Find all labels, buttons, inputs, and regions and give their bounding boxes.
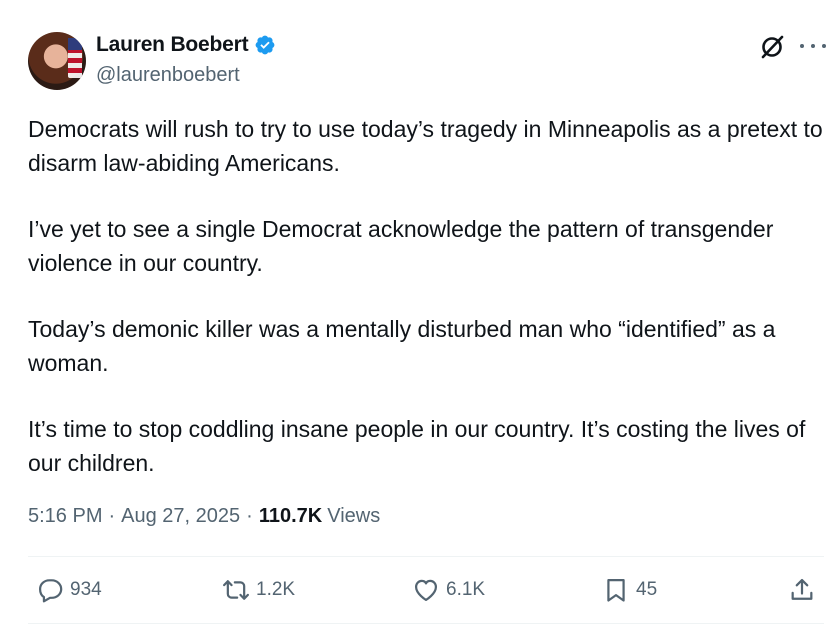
reply-button[interactable]: 934	[36, 576, 102, 604]
author-handle[interactable]: @laurenboebert	[96, 64, 240, 87]
verified-badge-icon	[256, 35, 275, 55]
meta-separator: ·	[246, 505, 253, 527]
repost-count: 1.2K	[256, 579, 296, 600]
bookmark-count: 45	[636, 579, 658, 600]
author-name-row: Lauren Boebert	[96, 33, 276, 57]
tweet-text: Democrats will rush to try to use today’…	[28, 112, 828, 480]
share-button[interactable]	[788, 576, 816, 604]
tweet-paragraph: Today’s demonic killer was a mentally di…	[28, 316, 776, 376]
heart-icon	[414, 579, 438, 602]
flag-decoration	[68, 38, 82, 78]
views-label: Views	[327, 505, 381, 527]
divider	[28, 556, 824, 557]
bookmark-icon	[607, 578, 625, 602]
grok-icon[interactable]	[758, 33, 786, 61]
reply-count: 934	[70, 579, 102, 600]
tweet-date[interactable]: Aug 27, 2025	[121, 505, 240, 528]
avatar[interactable]	[28, 32, 86, 90]
bookmark-button[interactable]: 45	[602, 576, 657, 604]
views-count[interactable]: 110.7K	[259, 505, 322, 528]
like-count: 6.1K	[446, 579, 486, 600]
like-button[interactable]: 6.1K	[412, 576, 485, 604]
meta-separator: ·	[108, 505, 116, 527]
tweet-card: Lauren Boebert @laurenboebert Democrats …	[0, 0, 836, 624]
tweet-paragraph: It’s time to stop coddling insane people…	[28, 416, 806, 476]
repost-button[interactable]: 1.2K	[222, 576, 295, 604]
tweet-meta: 5:16 PM · Aug 27, 2025 · 110.7K Views	[28, 505, 380, 528]
tweet-paragraph: Democrats will rush to try to use today’…	[28, 116, 823, 176]
share-icon	[791, 578, 813, 600]
repost-icon	[222, 580, 250, 600]
tweet-time[interactable]: 5:16 PM	[28, 505, 102, 528]
reply-icon	[38, 579, 63, 603]
author-display-name[interactable]: Lauren Boebert	[96, 33, 249, 57]
more-options-icon[interactable]	[800, 35, 826, 57]
tweet-paragraph: I’ve yet to see a single Democrat acknow…	[28, 216, 774, 276]
